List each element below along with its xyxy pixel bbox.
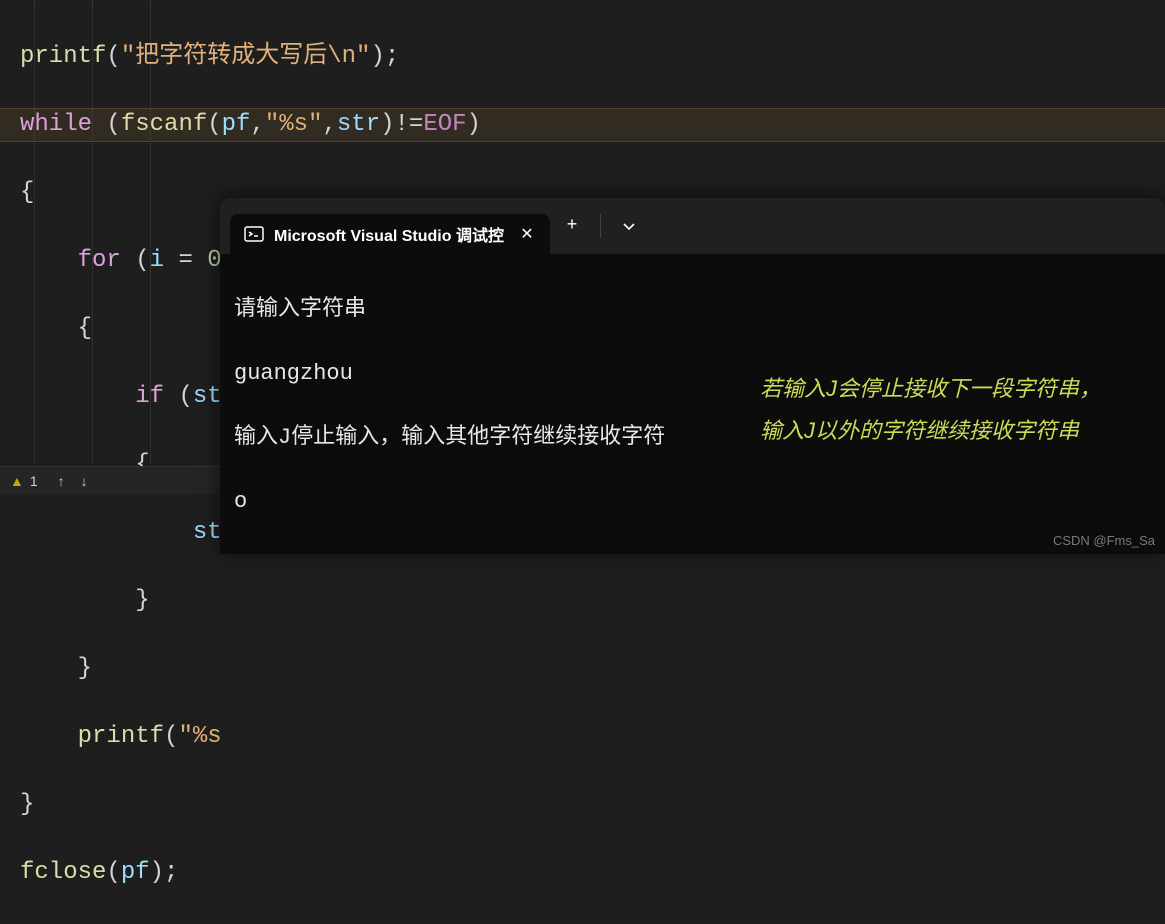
term-line: o	[234, 486, 1151, 518]
close-icon[interactable]: ✕	[518, 224, 536, 244]
warning-count: 1	[30, 473, 38, 489]
watermark: CSDN @Fms_Sa	[1053, 533, 1155, 548]
fn-printf: printf	[20, 43, 106, 70]
status-bar: ▲ 1 ↑ ↓	[0, 466, 220, 494]
terminal-tab[interactable]: Microsoft Visual Studio 调试控 ✕	[230, 214, 550, 254]
tab-title: Microsoft Visual Studio 调试控	[274, 222, 510, 246]
terminal-icon	[244, 224, 264, 244]
terminal-window: Microsoft Visual Studio 调试控 ✕ + 请输入字符串 g…	[220, 198, 1165, 554]
warning-icon: ▲	[10, 473, 24, 489]
annotation-2: 输入J以外的字符继续接收字符串	[760, 414, 1079, 448]
tabbar-divider	[600, 214, 601, 238]
annotation-1: 若输入J会停止接收下一段字符串，	[760, 372, 1101, 406]
nav-up-icon[interactable]: ↑	[58, 473, 65, 489]
tab-dropdown-button[interactable]	[607, 206, 651, 246]
chevron-down-icon	[622, 219, 636, 233]
term-line: 请输入字符串	[234, 294, 1151, 326]
nav-down-icon[interactable]: ↓	[81, 473, 88, 489]
nav-arrows: ↑ ↓	[58, 473, 88, 489]
new-tab-button[interactable]: +	[550, 206, 594, 246]
terminal-tabbar: Microsoft Visual Studio 调试控 ✕ +	[220, 198, 1165, 254]
